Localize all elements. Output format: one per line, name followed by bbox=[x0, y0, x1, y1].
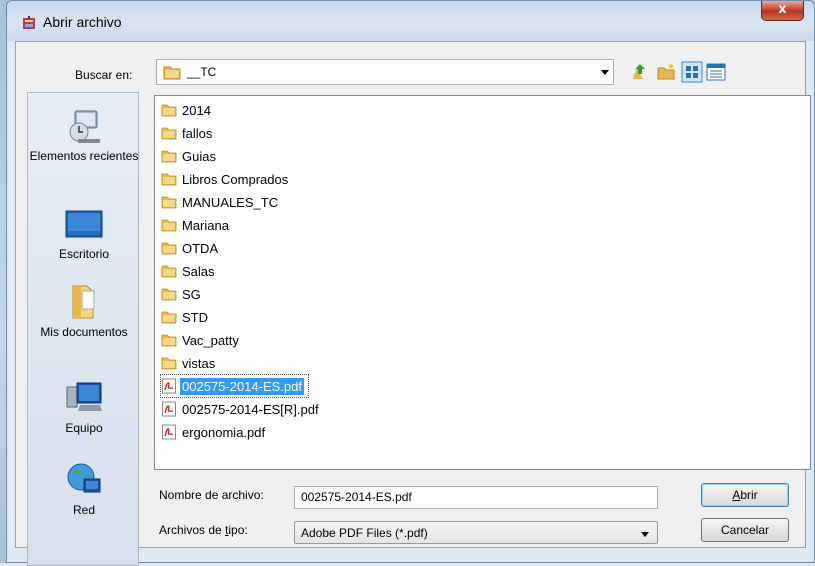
up-folder-icon[interactable] bbox=[629, 61, 651, 83]
file-name: Vac_patty bbox=[182, 332, 239, 348]
title-bar: Abrir archivo x bbox=[7, 1, 814, 41]
place-my-documents[interactable]: Mis documentos bbox=[28, 283, 140, 340]
folder-icon bbox=[161, 311, 177, 324]
folder-icon bbox=[161, 334, 177, 347]
close-button[interactable]: x bbox=[761, 1, 804, 21]
list-item[interactable]: 002575-2014-ES.pdf bbox=[160, 374, 309, 398]
recent-items-icon bbox=[69, 110, 100, 143]
list-item[interactable]: SG bbox=[161, 283, 205, 305]
file-name: ergonomia.pdf bbox=[182, 424, 266, 440]
chevron-down-icon[interactable] bbox=[641, 532, 649, 537]
list-item[interactable]: fallos bbox=[161, 122, 216, 144]
file-name: vistas bbox=[182, 355, 216, 371]
dialog-title: Abrir archivo bbox=[43, 14, 122, 30]
folder-icon bbox=[161, 288, 177, 301]
filename-label: Nombre de archivo: bbox=[159, 488, 264, 502]
file-name: Libros Comprados bbox=[182, 171, 289, 187]
look-in-dropdown[interactable]: __TC bbox=[156, 59, 614, 85]
folder-icon bbox=[161, 196, 177, 209]
place-network[interactable]: Red bbox=[28, 461, 140, 518]
pdf-file-icon bbox=[162, 378, 176, 394]
open-file-dialog: Abrir archivo x Buscar en: __TC Elemento… bbox=[6, 0, 815, 566]
look-in-label: Buscar en: bbox=[75, 68, 133, 82]
open-button[interactable]: Abrir bbox=[701, 483, 789, 507]
folder-icon bbox=[161, 265, 177, 278]
file-name: 2014 bbox=[182, 102, 211, 118]
list-item[interactable]: 002575-2014-ES[R].pdf bbox=[161, 398, 323, 420]
file-name: Mariana bbox=[182, 217, 229, 233]
network-icon bbox=[67, 463, 101, 493]
place-recent-items[interactable]: Elementos recientes bbox=[28, 107, 140, 164]
pdf-file-icon bbox=[162, 401, 176, 417]
place-label: Red bbox=[72, 503, 95, 517]
file-name: SG bbox=[182, 286, 201, 302]
look-in-value: __TC bbox=[187, 65, 217, 79]
list-item[interactable]: Vac_patty bbox=[161, 329, 243, 351]
filetype-dropdown[interactable]: Adobe PDF Files (*.pdf) bbox=[294, 521, 658, 544]
list-item[interactable]: Guias bbox=[161, 145, 220, 167]
my-documents-icon bbox=[72, 285, 95, 319]
file-name: STD bbox=[182, 309, 208, 325]
file-name: OTDA bbox=[182, 240, 219, 256]
file-name: 002575-2014-ES.pdf bbox=[180, 377, 304, 395]
folder-icon bbox=[161, 127, 177, 140]
cancel-button[interactable]: Cancelar bbox=[701, 518, 789, 542]
folder-icon bbox=[161, 242, 177, 255]
list-item[interactable]: MANUALES_TC bbox=[161, 191, 282, 213]
folder-icon bbox=[161, 104, 177, 117]
filetype-value: Adobe PDF Files (*.pdf) bbox=[301, 526, 428, 540]
chevron-down-icon[interactable] bbox=[601, 70, 609, 75]
folder-icon bbox=[161, 219, 177, 232]
list-item[interactable]: vistas bbox=[161, 352, 219, 374]
folder-icon bbox=[161, 357, 177, 370]
list-item[interactable]: Salas bbox=[161, 260, 219, 282]
app-icon bbox=[23, 16, 35, 29]
filename-input[interactable]: 002575-2014-ES.pdf bbox=[294, 486, 658, 509]
file-name: 002575-2014-ES[R].pdf bbox=[182, 401, 319, 417]
folder-icon bbox=[163, 66, 181, 80]
file-name: MANUALES_TC bbox=[182, 194, 279, 210]
place-label: Mis documentos bbox=[40, 325, 128, 339]
list-item[interactable]: OTDA bbox=[161, 237, 222, 259]
place-label: Elementos recientes bbox=[29, 149, 139, 163]
view-menu-icon[interactable] bbox=[681, 61, 703, 83]
place-label: Equipo bbox=[65, 421, 103, 435]
folder-icon bbox=[161, 173, 177, 186]
list-item[interactable]: Mariana bbox=[161, 214, 233, 236]
filetype-label: Archivos de tipo: bbox=[159, 523, 248, 537]
place-desktop[interactable]: Escritorio bbox=[28, 205, 140, 262]
list-item[interactable]: 2014 bbox=[161, 99, 215, 121]
list-item[interactable]: ergonomia.pdf bbox=[161, 421, 269, 443]
file-name: Guias bbox=[182, 148, 216, 164]
desktop-icon bbox=[65, 210, 103, 238]
file-list[interactable]: 2014 fallos Guias Libros Comprados MANUALES_… bbox=[154, 95, 811, 470]
list-item[interactable]: STD bbox=[161, 306, 212, 328]
places-bar: Elementos recientes Escritorio Mis docum… bbox=[27, 92, 139, 566]
new-folder-icon[interactable] bbox=[655, 61, 677, 83]
details-view-icon[interactable] bbox=[705, 61, 727, 83]
folder-icon bbox=[161, 150, 177, 163]
dialog-body: Buscar en: __TC Elementos recientes Escr… bbox=[15, 41, 811, 566]
file-name: Salas bbox=[182, 263, 215, 279]
place-computer[interactable]: Equipo bbox=[28, 379, 140, 436]
computer-icon bbox=[66, 382, 102, 411]
list-item[interactable]: Libros Comprados bbox=[161, 168, 292, 190]
file-name: fallos bbox=[182, 125, 213, 141]
place-label: Escritorio bbox=[58, 247, 109, 261]
pdf-file-icon bbox=[162, 424, 176, 440]
